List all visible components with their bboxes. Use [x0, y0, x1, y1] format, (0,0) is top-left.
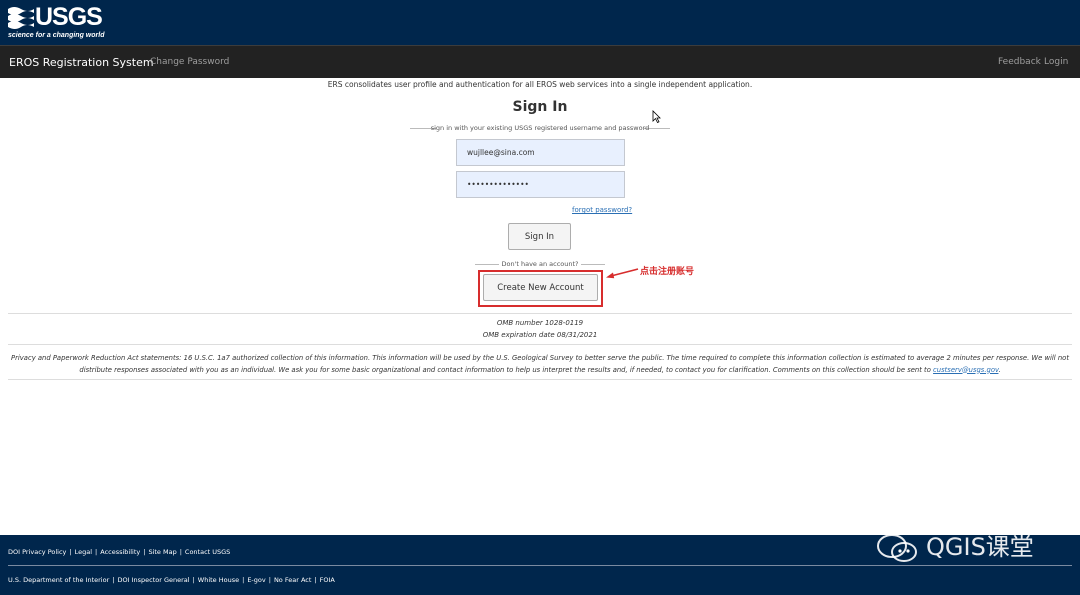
footer-separator: | [179, 548, 182, 556]
omb-expiration: OMB expiration date 08/31/2021 [482, 331, 598, 339]
subtitle-text: sign in with your existing USGS register… [430, 124, 650, 132]
mouse-cursor-icon [652, 110, 661, 123]
omb-number: OMB number 1028-0119 [496, 319, 584, 327]
logo-wordmark: USGS [35, 3, 103, 31]
footer-link-legal[interactable]: Legal [75, 548, 92, 556]
footer-link-egov[interactable]: E-gov [247, 576, 265, 584]
nav-feedback[interactable]: Feedback [998, 57, 1041, 67]
privacy-statement: Privacy and Paperwork Reduction Act stat… [8, 353, 1072, 376]
signin-subtitle: sign in with your existing USGS register… [410, 124, 670, 134]
footer-link-inspector[interactable]: DOI Inspector General [117, 576, 189, 584]
footer-link-sitemap[interactable]: Site Map [148, 548, 176, 556]
password-input[interactable]: •••••••••••••• [456, 171, 625, 198]
privacy-text: Privacy and Paperwork Reduction Act stat… [10, 354, 1069, 374]
footer-link-privacy[interactable]: DOI Privacy Policy [8, 548, 66, 556]
page-title: Sign In [512, 99, 568, 115]
divider-middle [8, 344, 1072, 345]
watermark-text: QGIS课堂 [926, 533, 1034, 561]
usgs-logo-icon [8, 7, 34, 29]
footer-separator: | [268, 576, 271, 584]
divider-bottom [8, 379, 1072, 380]
watermark: QGIS课堂 [876, 527, 1034, 563]
forgot-password-link[interactable]: forgot password? [572, 206, 632, 214]
no-account-divider: Don't have an account? [475, 260, 605, 270]
footer-separator: | [69, 548, 72, 556]
nav-login[interactable]: Login [1044, 57, 1068, 67]
footer-link-whitehouse[interactable]: White House [198, 576, 239, 584]
divider-top [8, 313, 1072, 314]
footer-separator: | [143, 548, 146, 556]
footer-link-foia[interactable]: FOIA [320, 576, 335, 584]
footer-separator: | [95, 548, 98, 556]
nav-brand[interactable]: EROS Registration System [9, 56, 154, 69]
annotation-text: 点击注册账号 [640, 267, 695, 277]
logo-tagline: science for a changing world [8, 32, 105, 39]
footer-divider [8, 565, 1072, 566]
footer-link-nofear[interactable]: No Fear Act [274, 576, 311, 584]
footer-link-doi[interactable]: U.S. Department of the Interior [8, 576, 109, 584]
footer-link-contact[interactable]: Contact USGS [185, 548, 230, 556]
privacy-email-link[interactable]: custserv@usgs.gov [933, 366, 998, 374]
footer-separator: | [192, 576, 195, 584]
footer-separator: | [112, 576, 115, 584]
intro-text: ERS consolidates user profile and authen… [327, 80, 753, 89]
usgs-header: USGS science for a changing world [0, 0, 1080, 45]
footer-links-row1: DOI Privacy Policy | Legal | Accessibility | S… [8, 548, 230, 556]
usgs-logo[interactable]: USGS science for a changing world [8, 3, 104, 39]
username-input[interactable]: wujllee@sina.com [456, 139, 625, 166]
privacy-end: . [998, 365, 1001, 374]
footer-separator: | [314, 576, 317, 584]
nav-change-password[interactable]: Change Password [150, 57, 229, 67]
footer: DOI Privacy Policy | Legal | Accessibility | S… [0, 533, 1080, 595]
footer-separator: | [242, 576, 245, 584]
nav-bar: EROS Registration System Change Password… [0, 45, 1080, 78]
footer-links-row2: U.S. Department of the Interior | DOI Insp… [8, 576, 335, 584]
wechat-icon [877, 534, 917, 562]
page: USGS science for a changing world EROS R… [0, 0, 1080, 595]
sign-in-button[interactable]: Sign In [508, 223, 571, 250]
footer-link-accessibility[interactable]: Accessibility [100, 548, 140, 556]
no-account-text: Don't have an account? [501, 260, 579, 268]
annotation-arrow-icon [606, 268, 639, 279]
create-account-button[interactable]: Create New Account [483, 274, 598, 301]
